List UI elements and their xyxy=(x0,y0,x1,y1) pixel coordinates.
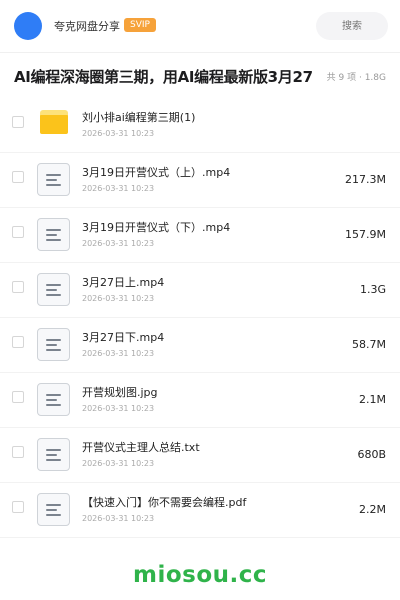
select-checkbox[interactable] xyxy=(12,391,24,403)
select-checkbox[interactable] xyxy=(12,501,24,513)
file-name: 3月19日开营仪式（上）.mp4 xyxy=(82,166,231,179)
file-size: 58.7M xyxy=(352,338,386,351)
document-icon xyxy=(37,493,70,526)
svip-badge: SVIP xyxy=(124,18,156,32)
file-date: 2026-03-31 10:23 xyxy=(82,514,155,523)
folder-title: AI编程深海圈第三期，用AI编程最新版3月27 xyxy=(14,68,313,86)
file-list: 刘小排ai编程第三期(1) 2026-03-31 10:23 3月19日开营仪式… xyxy=(0,98,400,538)
list-item[interactable]: 开营规划图.jpg 2026-03-31 10:23 2.1M xyxy=(0,373,400,428)
select-checkbox[interactable] xyxy=(12,226,24,238)
file-size: 680B xyxy=(357,448,386,461)
select-checkbox[interactable] xyxy=(12,336,24,348)
document-icon xyxy=(37,438,70,471)
document-icon xyxy=(37,218,70,251)
file-name: 开营规划图.jpg xyxy=(82,386,158,399)
document-icon xyxy=(37,383,70,416)
select-checkbox[interactable] xyxy=(12,171,24,183)
file-name: 3月27日下.mp4 xyxy=(82,331,165,344)
list-item[interactable]: 3月27日上.mp4 2026-03-31 10:23 1.3G xyxy=(0,263,400,318)
document-icon xyxy=(37,273,70,306)
file-size: 1.3G xyxy=(359,283,386,296)
file-date: 2026-03-31 10:23 xyxy=(82,404,155,413)
select-checkbox[interactable] xyxy=(12,446,24,458)
folder-icon xyxy=(40,110,68,134)
list-item[interactable]: 3月19日开营仪式（下）.mp4 2026-03-31 10:23 157.9M xyxy=(0,208,400,263)
list-item[interactable]: 3月27日下.mp4 2026-03-31 10:23 58.7M xyxy=(0,318,400,373)
file-name: 开营仪式主理人总结.txt xyxy=(82,441,200,454)
file-name: 3月27日上.mp4 xyxy=(82,276,165,289)
watermark: miosou.cc xyxy=(132,562,268,588)
file-size: 2.2M xyxy=(359,503,386,516)
folder-meta: 共 9 项 · 1.8G xyxy=(326,73,386,83)
file-date: 2026-03-31 10:23 xyxy=(82,184,155,193)
file-date: 2026-03-31 10:23 xyxy=(82,459,155,468)
top-bar: 夸克网盘分享 SVIP xyxy=(0,0,400,53)
file-size: 217.3M xyxy=(345,173,386,186)
folder-header: AI编程深海圈第三期，用AI编程最新版3月27 共 9 项 · 1.8G xyxy=(0,52,400,98)
list-item[interactable]: 刘小排ai编程第三期(1) 2026-03-31 10:23 xyxy=(0,98,400,153)
document-icon xyxy=(37,163,70,196)
list-item[interactable]: 3月19日开营仪式（上）.mp4 2026-03-31 10:23 217.3M xyxy=(0,153,400,208)
file-size: 2.1M xyxy=(359,393,386,406)
avatar[interactable] xyxy=(14,12,42,40)
file-date: 2026-03-31 10:23 xyxy=(82,129,155,138)
file-date: 2026-03-31 10:23 xyxy=(82,239,155,248)
file-date: 2026-03-31 10:23 xyxy=(82,349,155,358)
document-icon xyxy=(37,328,70,361)
file-name: 3月19日开营仪式（下）.mp4 xyxy=(82,221,231,234)
file-date: 2026-03-31 10:23 xyxy=(82,294,155,303)
list-item[interactable]: 【快速入门】你不需要会编程.pdf 2026-03-31 10:23 2.2M xyxy=(0,483,400,538)
select-checkbox[interactable] xyxy=(12,116,24,128)
search-input[interactable] xyxy=(316,12,388,40)
file-size: 157.9M xyxy=(345,228,386,241)
file-name: 刘小排ai编程第三期(1) xyxy=(82,111,196,124)
file-name: 【快速入门】你不需要会编程.pdf xyxy=(82,496,247,509)
select-checkbox[interactable] xyxy=(12,281,24,293)
username: 夸克网盘分享 xyxy=(54,20,120,33)
list-item[interactable]: 开营仪式主理人总结.txt 2026-03-31 10:23 680B xyxy=(0,428,400,483)
